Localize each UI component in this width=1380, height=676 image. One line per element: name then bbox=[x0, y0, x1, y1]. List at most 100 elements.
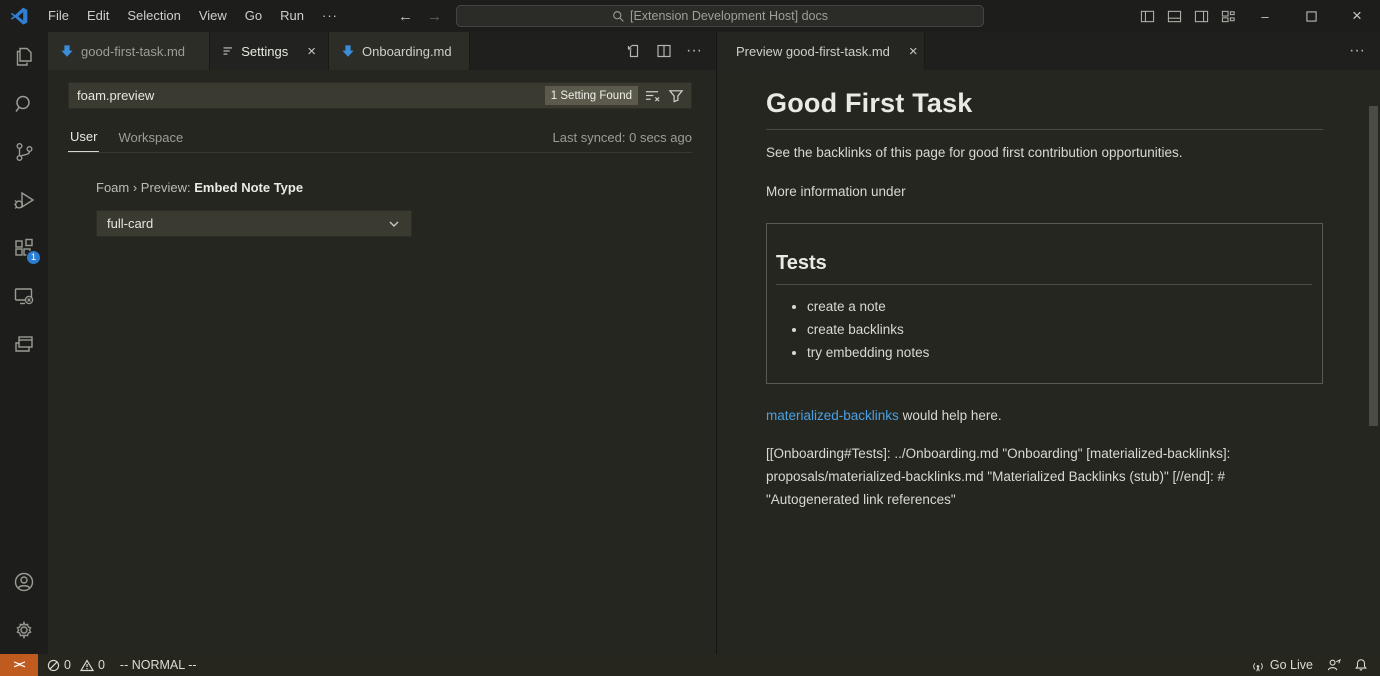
extensions-icon[interactable]: 1 bbox=[0, 224, 48, 272]
left-tab-bar: good-first-task.md Settings × Onboarding… bbox=[48, 32, 716, 70]
source-control-icon[interactable] bbox=[0, 128, 48, 176]
select-value: full-card bbox=[107, 216, 153, 231]
settings-gear-icon[interactable] bbox=[0, 606, 48, 654]
card-list: create a note create backlinks try embed… bbox=[776, 298, 1312, 361]
editor-group-left: good-first-task.md Settings × Onboarding… bbox=[48, 32, 716, 654]
toggle-secondary-sidebar-icon[interactable] bbox=[1188, 0, 1215, 32]
account-icon[interactable] bbox=[0, 558, 48, 606]
notifications-bell-icon[interactable] bbox=[1354, 658, 1368, 672]
menu-view[interactable]: View bbox=[190, 5, 236, 27]
more-actions-icon[interactable]: ··· bbox=[686, 42, 702, 60]
feedback-icon[interactable] bbox=[1326, 658, 1341, 672]
minimize-icon[interactable]: – bbox=[1242, 0, 1288, 32]
last-synced-label: Last synced: 0 secs ago bbox=[553, 130, 692, 152]
nav-forward-icon[interactable]: → bbox=[427, 8, 442, 25]
preview-paragraph: More information under bbox=[766, 182, 1323, 201]
reference-line: "Autogenerated link references" bbox=[766, 488, 1323, 511]
tab-label: Onboarding.md bbox=[362, 44, 452, 59]
editor-group-right: Preview good-first-task.md × ··· Good Fi… bbox=[716, 32, 1380, 654]
maximize-icon[interactable] bbox=[1288, 0, 1334, 32]
tab-onboarding[interactable]: Onboarding.md bbox=[329, 32, 470, 70]
more-actions-icon[interactable]: ··· bbox=[1349, 42, 1365, 60]
settings-tune-icon bbox=[222, 44, 234, 58]
error-icon bbox=[47, 659, 60, 672]
explorer-icon[interactable] bbox=[0, 32, 48, 80]
list-item: create a note bbox=[807, 298, 1312, 315]
menu-file[interactable]: File bbox=[39, 5, 78, 27]
status-bar: >< 0 0 -- NORMAL -- Go Live bbox=[0, 654, 1380, 676]
menu-go[interactable]: Go bbox=[236, 5, 271, 27]
extensions-badge: 1 bbox=[26, 250, 41, 265]
reference-line: proposals/materialized-backlinks.md "Mat… bbox=[766, 465, 1323, 488]
go-live-button[interactable]: Go Live bbox=[1251, 658, 1313, 672]
menu-more-icon[interactable]: ··· bbox=[313, 5, 347, 27]
close-tab-icon[interactable]: × bbox=[307, 43, 316, 60]
preview-paragraph: See the backlinks of this page for good … bbox=[766, 143, 1323, 162]
markdown-file-icon bbox=[60, 44, 74, 58]
chevron-down-icon bbox=[387, 217, 401, 231]
go-live-label: Go Live bbox=[1270, 658, 1313, 672]
embed-note-type-select[interactable]: full-card bbox=[96, 210, 412, 237]
setting-title: Foam › Preview: Embed Note Type bbox=[96, 180, 303, 195]
title-bar: File Edit Selection View Go Run ··· ← → … bbox=[0, 0, 1380, 32]
remote-explorer-icon[interactable] bbox=[0, 272, 48, 320]
menu-edit[interactable]: Edit bbox=[78, 5, 118, 27]
list-item: create backlinks bbox=[807, 321, 1312, 338]
filter-funnel-icon[interactable] bbox=[668, 88, 684, 103]
warning-count: 0 bbox=[98, 658, 105, 672]
run-debug-icon[interactable] bbox=[0, 176, 48, 224]
tab-good-first-task[interactable]: good-first-task.md bbox=[48, 32, 210, 70]
browser-windows-icon[interactable] bbox=[0, 320, 48, 368]
open-settings-json-icon[interactable] bbox=[626, 43, 642, 59]
tab-preview-good-first-task[interactable]: Preview good-first-task.md × bbox=[717, 32, 925, 70]
materialized-backlinks-link[interactable]: materialized-backlinks bbox=[766, 408, 899, 423]
split-editor-icon[interactable] bbox=[656, 43, 672, 59]
problems-indicator[interactable]: 0 0 bbox=[47, 658, 105, 672]
preview-scrollbar[interactable] bbox=[1369, 106, 1378, 426]
tab-label: good-first-task.md bbox=[81, 44, 185, 59]
settings-scope-tabs: User Workspace Last synced: 0 secs ago bbox=[68, 120, 692, 153]
settings-editor: foam.preview 1 Setting Found User Worksp… bbox=[48, 70, 716, 654]
vscode-logo-icon bbox=[9, 6, 29, 26]
command-center-label: [Extension Development Host] docs bbox=[630, 9, 828, 23]
link-references: [[Onboarding#Tests]: ../Onboarding.md "O… bbox=[766, 442, 1323, 511]
search-icon bbox=[612, 10, 625, 23]
preview-title: Good First Task bbox=[766, 80, 1323, 130]
error-count: 0 bbox=[64, 658, 71, 672]
tab-label: Settings bbox=[241, 44, 288, 59]
settings-results-badge: 1 Setting Found bbox=[545, 86, 638, 105]
clear-filters-icon[interactable] bbox=[644, 88, 661, 103]
warning-icon bbox=[80, 659, 94, 672]
scope-tab-user[interactable]: User bbox=[68, 129, 99, 152]
search-view-icon[interactable] bbox=[0, 80, 48, 128]
nav-back-icon[interactable]: ← bbox=[398, 8, 413, 25]
vim-mode-indicator[interactable]: -- NORMAL -- bbox=[120, 658, 197, 672]
setting-category: Foam › Preview: bbox=[96, 180, 194, 195]
reference-line: [[Onboarding#Tests]: ../Onboarding.md "O… bbox=[766, 442, 1323, 465]
setting-name: Embed Note Type bbox=[194, 180, 303, 195]
toggle-sidebar-icon[interactable] bbox=[1134, 0, 1161, 32]
menu-run[interactable]: Run bbox=[271, 5, 313, 27]
tab-settings[interactable]: Settings × bbox=[210, 32, 329, 70]
customize-layout-icon[interactable] bbox=[1215, 0, 1242, 32]
link-suffix: would help here. bbox=[899, 408, 1002, 423]
command-center-search[interactable]: [Extension Development Host] docs bbox=[456, 5, 984, 27]
embedded-note-card: Tests create a note create backlinks try… bbox=[766, 223, 1323, 384]
markdown-preview: Good First Task See the backlinks of thi… bbox=[717, 70, 1380, 654]
right-tab-bar: Preview good-first-task.md × ··· bbox=[717, 32, 1380, 70]
broadcast-icon bbox=[1251, 659, 1265, 672]
settings-search-value: foam.preview bbox=[69, 88, 154, 103]
card-title: Tests bbox=[776, 238, 1312, 285]
activity-bar: 1 bbox=[0, 32, 48, 654]
close-window-icon[interactable]: × bbox=[1334, 0, 1380, 32]
list-item: try embedding notes bbox=[807, 344, 1312, 361]
backlink-line: materialized-backlinks would help here. bbox=[766, 408, 1323, 423]
scope-tab-workspace[interactable]: Workspace bbox=[116, 130, 185, 152]
remote-indicator[interactable]: >< bbox=[0, 654, 38, 676]
menu-selection[interactable]: Selection bbox=[118, 5, 189, 27]
tab-label: Preview good-first-task.md bbox=[736, 44, 890, 59]
settings-search-input[interactable]: foam.preview 1 Setting Found bbox=[68, 82, 692, 109]
markdown-file-icon bbox=[341, 44, 355, 58]
toggle-panel-icon[interactable] bbox=[1161, 0, 1188, 32]
close-tab-icon[interactable]: × bbox=[909, 43, 918, 60]
